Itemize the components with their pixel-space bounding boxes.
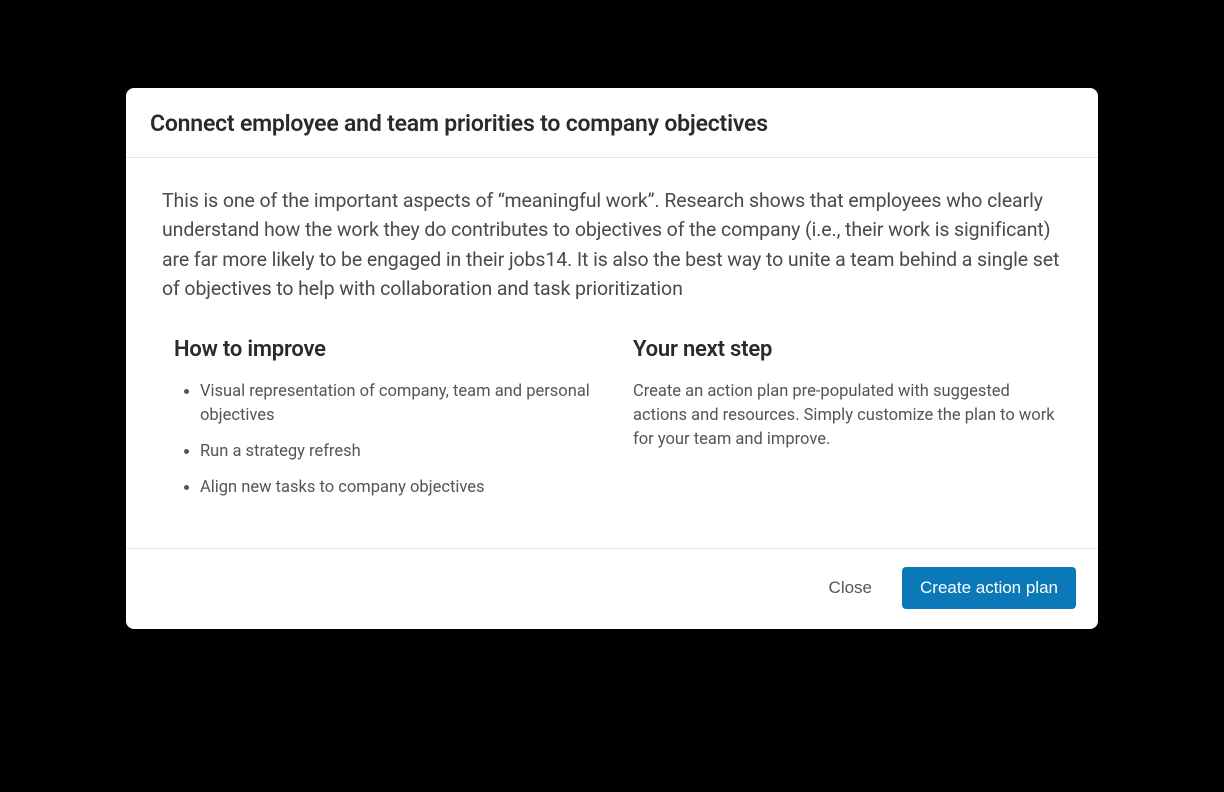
modal-body: This is one of the important aspects of … (126, 158, 1098, 548)
modal-footer: Close Create action plan (126, 548, 1098, 629)
list-item: Visual representation of company, team a… (200, 380, 603, 428)
modal-title: Connect employee and team priorities to … (150, 110, 1070, 137)
next-step-body: Create an action plan pre-populated with… (633, 380, 1062, 452)
create-action-plan-button[interactable]: Create action plan (902, 567, 1076, 609)
next-step-heading: Your next step (633, 337, 1062, 362)
list-item: Run a strategy refresh (200, 440, 603, 464)
improve-list: Visual representation of company, team a… (174, 380, 603, 500)
close-button[interactable]: Close (823, 570, 878, 606)
modal-header: Connect employee and team priorities to … (126, 88, 1098, 158)
two-column-layout: How to improve Visual representation of … (162, 337, 1062, 512)
how-to-improve-heading: How to improve (174, 337, 603, 362)
intro-paragraph: This is one of the important aspects of … (162, 186, 1062, 303)
modal-dialog: Connect employee and team priorities to … (126, 88, 1098, 629)
next-step-column: Your next step Create an action plan pre… (633, 337, 1062, 512)
how-to-improve-column: How to improve Visual representation of … (174, 337, 603, 512)
list-item: Align new tasks to company objectives (200, 476, 603, 500)
